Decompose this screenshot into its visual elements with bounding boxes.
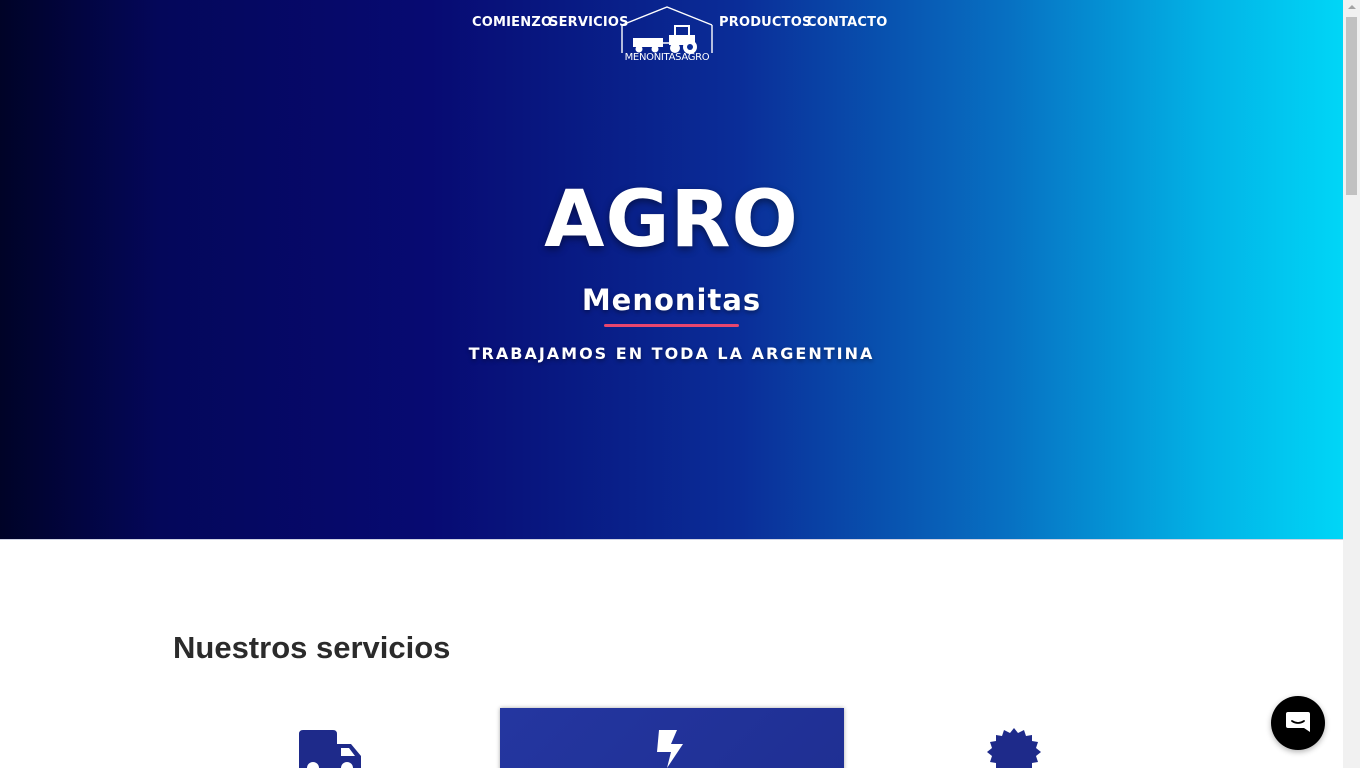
main-nav: COMIENZO SERVICIOS MENONITASAGRO PRODUCT…: [0, 0, 1343, 70]
logo-text: MENONITASAGRO: [624, 52, 710, 63]
chat-bubble-icon: [1286, 712, 1310, 732]
nav-comienzo[interactable]: COMIENZO: [472, 15, 552, 30]
chat-button[interactable]: [1271, 696, 1325, 750]
hero-title: AGRO: [544, 175, 799, 265]
service-card-highlighted[interactable]: [500, 708, 844, 768]
scroll-up-arrow-icon[interactable]: [1348, 5, 1356, 9]
page: COMIENZO SERVICIOS MENONITASAGRO PRODUCT…: [0, 0, 1343, 768]
barn-tractor-icon: [621, 6, 713, 54]
bolt-icon: [657, 730, 683, 768]
hero-tagline: TRABAJAMOS EN TODA LA ARGENTINA: [468, 344, 875, 363]
nav-productos[interactable]: PRODUCTOS: [719, 15, 812, 30]
nav-contacto[interactable]: CONTACTO: [807, 15, 887, 30]
truck-icon: [299, 730, 361, 768]
site-logo[interactable]: MENONITASAGRO: [619, 5, 715, 67]
services-heading: Nuestros servicios: [173, 630, 451, 665]
nav-servicios[interactable]: SERVICIOS: [549, 15, 629, 30]
scrollbar-thumb[interactable]: [1346, 17, 1357, 195]
hero-section: COMIENZO SERVICIOS MENONITASAGRO PRODUCT…: [0, 0, 1343, 540]
certificate-badge-icon: [987, 728, 1041, 768]
hero-subtitle: Menonitas: [581, 283, 762, 317]
subtitle-underline: [604, 324, 739, 327]
page-scrollbar[interactable]: [1343, 0, 1360, 768]
